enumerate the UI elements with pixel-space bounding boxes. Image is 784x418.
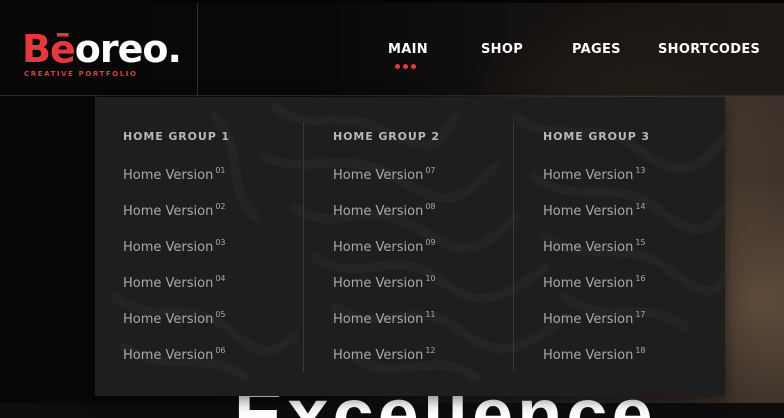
group-title: HOME GROUP 2 (333, 130, 440, 143)
menu-link-home-15[interactable]: Home Version 15 (543, 238, 646, 255)
menu-link-label: Home Version (543, 276, 634, 291)
menu-link-label: Home Version (543, 240, 634, 255)
menu-link-label: Home Version (543, 168, 634, 183)
menu-link-home-17[interactable]: Home Version 17 (543, 310, 646, 327)
main-nav: MAIN SHOP PAGES SHORTCODES (0, 42, 784, 62)
indicator-dot (403, 64, 408, 69)
group-title: HOME GROUP 3 (543, 130, 650, 143)
menu-link-label: Home Version (543, 312, 634, 327)
version-number: 04 (215, 274, 226, 283)
nav-item-shop[interactable]: SHOP (481, 42, 523, 57)
menu-link-home-11[interactable]: Home Version 11 (333, 310, 436, 327)
menu-link-label: Home Version (123, 348, 214, 363)
menu-link-home-07[interactable]: Home Version 07 (333, 166, 436, 183)
version-number: 06 (215, 346, 226, 355)
menu-link-home-18[interactable]: Home Version 18 (543, 346, 646, 363)
nav-item-shortcodes[interactable]: SHORTCODES (658, 42, 760, 57)
version-number: 03 (215, 238, 226, 247)
menu-link-home-02[interactable]: Home Version 02 (123, 202, 226, 219)
version-number: 01 (215, 166, 226, 175)
menu-link-home-12[interactable]: Home Version 12 (333, 346, 436, 363)
indicator-dot (395, 64, 400, 69)
version-number: 09 (425, 238, 436, 247)
group-title: HOME GROUP 1 (123, 130, 230, 143)
nav-item-main[interactable]: MAIN (388, 42, 428, 57)
menu-link-home-09[interactable]: Home Version 09 (333, 238, 436, 255)
column-divider (303, 122, 304, 372)
menu-link-home-14[interactable]: Home Version 14 (543, 202, 646, 219)
menu-link-label: Home Version (333, 204, 424, 219)
menu-link-label: Home Version (333, 240, 424, 255)
version-number: 11 (425, 310, 436, 319)
menu-link-label: Home Version (123, 312, 214, 327)
version-number: 18 (635, 346, 646, 355)
logo-tagline: CREATIVE PORTFOLIO (24, 70, 138, 78)
nav-item-pages[interactable]: PAGES (572, 42, 621, 57)
version-number: 08 (425, 202, 436, 211)
active-indicator-dots (395, 64, 425, 70)
version-number: 05 (215, 310, 226, 319)
menu-link-home-05[interactable]: Home Version 05 (123, 310, 226, 327)
column-divider (513, 122, 514, 372)
menu-link-label: Home Version (333, 276, 424, 291)
menu-link-label: Home Version (333, 348, 424, 363)
menu-link-home-16[interactable]: Home Version 16 (543, 274, 646, 291)
menu-link-home-04[interactable]: Home Version 04 (123, 274, 226, 291)
menu-link-label: Home Version (543, 348, 634, 363)
mega-menu-dropdown: HOME GROUP 1 Home Version 01 Home Version… (95, 97, 725, 396)
version-number: 15 (635, 238, 646, 247)
menu-link-home-13[interactable]: Home Version 13 (543, 166, 646, 183)
menu-link-label: Home Version (123, 204, 214, 219)
menu-link-home-06[interactable]: Home Version 06 (123, 346, 226, 363)
menu-link-label: Home Version (333, 168, 424, 183)
menu-link-home-08[interactable]: Home Version 08 (333, 202, 436, 219)
version-number: 16 (635, 274, 646, 283)
menu-column-1: HOME GROUP 1 Home Version 01 Home Version… (95, 97, 305, 396)
menu-column-2: HOME GROUP 2 Home Version 07 Home Version… (305, 97, 515, 396)
version-number: 17 (635, 310, 646, 319)
menu-link-label: Home Version (543, 204, 634, 219)
menu-link-home-01[interactable]: Home Version 01 (123, 166, 226, 183)
menu-link-label: Home Version (123, 240, 214, 255)
version-number: 13 (635, 166, 646, 175)
version-number: 10 (425, 274, 436, 283)
menu-link-label: Home Version (123, 276, 214, 291)
version-number: 12 (425, 346, 436, 355)
version-number: 02 (215, 202, 226, 211)
indicator-dot (411, 64, 416, 69)
menu-link-label: Home Version (123, 168, 214, 183)
version-number: 07 (425, 166, 436, 175)
menu-link-home-10[interactable]: Home Version 10 (333, 274, 436, 291)
menu-column-3: HOME GROUP 3 Home Version 13 Home Version… (515, 97, 725, 396)
menu-link-label: Home Version (333, 312, 424, 327)
version-number: 14 (635, 202, 646, 211)
menu-link-home-03[interactable]: Home Version 03 (123, 238, 226, 255)
